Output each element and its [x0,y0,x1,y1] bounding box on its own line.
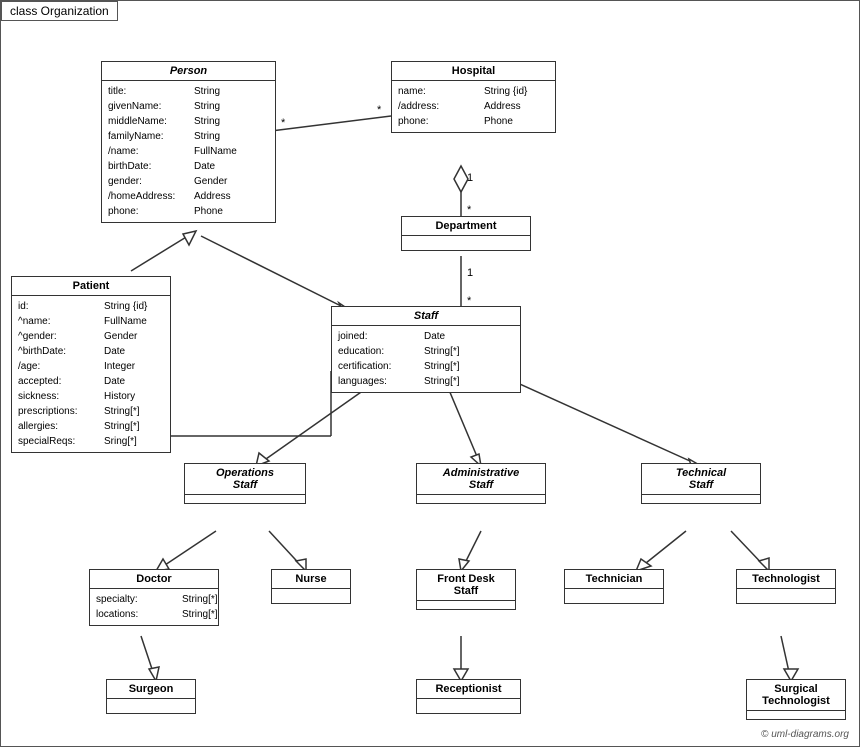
administrative-staff-class-name: AdministrativeStaff [417,464,545,495]
svg-text:*: * [377,104,382,116]
hospital-class: Hospital name:String {id} /address:Addre… [391,61,556,133]
copyright-text: © uml-diagrams.org [761,729,849,740]
doctor-class: Doctor specialty:String[*] locations:Str… [89,569,219,626]
department-class-attrs [402,236,530,250]
doctor-class-name: Doctor [90,570,218,589]
doctor-class-attrs: specialty:String[*] locations:String[*] [90,589,218,625]
technician-class: Technician [564,569,664,604]
diagram-container: class Organization * * 1 * 1 * [0,0,860,747]
nurse-class: Nurse [271,569,351,604]
receptionist-class-attrs [417,699,520,713]
surgical-technologist-class-attrs [747,711,845,719]
administrative-staff-class-attrs [417,495,545,503]
staff-class-attrs: joined:Date education:String[*] certific… [332,326,520,392]
technical-staff-class-name: TechnicalStaff [642,464,760,495]
front-desk-staff-class-attrs [417,601,515,609]
patient-class-name: Patient [12,277,170,296]
diagram-title: class Organization [1,1,118,21]
surgeon-class: Surgeon [106,679,196,714]
front-desk-staff-class-name: Front DeskStaff [417,570,515,601]
svg-text:1: 1 [467,267,473,279]
nurse-class-attrs [272,589,350,603]
technical-staff-class-attrs [642,495,760,503]
technical-staff-class: TechnicalStaff [641,463,761,504]
person-class-name: Person [102,62,275,81]
operations-staff-class: OperationsStaff [184,463,306,504]
operations-staff-class-name: OperationsStaff [185,464,305,495]
surgeon-class-attrs [107,699,195,713]
person-class-attrs: title:String givenName:String middleName… [102,81,275,222]
front-desk-staff-class: Front DeskStaff [416,569,516,610]
surgical-technologist-class-name: SurgicalTechnologist [747,680,845,711]
technologist-class: Technologist [736,569,836,604]
technologist-class-name: Technologist [737,570,835,589]
patient-class-attrs: id:String {id} ^name:FullName ^gender:Ge… [12,296,170,452]
technician-class-name: Technician [565,570,663,589]
staff-class-name: Staff [332,307,520,326]
receptionist-class-name: Receptionist [417,680,520,699]
technologist-class-attrs [737,589,835,603]
patient-class: Patient id:String {id} ^name:FullName ^g… [11,276,171,453]
svg-text:1: 1 [467,172,473,184]
svg-text:*: * [467,204,472,216]
department-class-name: Department [402,217,530,236]
technician-class-attrs [565,589,663,603]
surgical-technologist-class: SurgicalTechnologist [746,679,846,720]
surgeon-class-name: Surgeon [107,680,195,699]
operations-staff-class-attrs [185,495,305,503]
svg-text:*: * [281,117,286,129]
hospital-class-name: Hospital [392,62,555,81]
receptionist-class: Receptionist [416,679,521,714]
administrative-staff-class: AdministrativeStaff [416,463,546,504]
staff-class: Staff joined:Date education:String[*] ce… [331,306,521,393]
department-class: Department [401,216,531,251]
person-class: Person title:String givenName:String mid… [101,61,276,223]
nurse-class-name: Nurse [272,570,350,589]
hospital-class-attrs: name:String {id} /address:Address phone:… [392,81,555,132]
